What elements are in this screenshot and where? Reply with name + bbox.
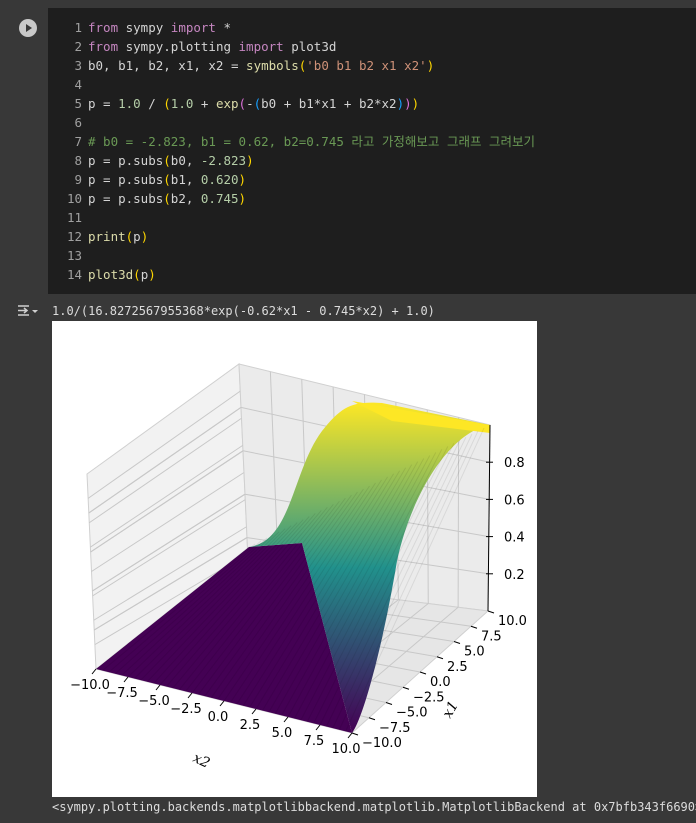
x-tick-label: 2.5 (240, 718, 261, 733)
tick-mark (351, 732, 359, 736)
code-text: p = p.subs(b1, 0.620) (88, 172, 247, 187)
tick-mark (402, 686, 410, 690)
tick-mark (487, 610, 495, 614)
line-number: 9 (74, 172, 82, 187)
x-tick-label: −7.5 (106, 686, 138, 701)
tick-mark (187, 692, 193, 699)
z-tick-label: 0.6 (504, 493, 525, 508)
line-number: 1 (74, 20, 82, 35)
play-icon (26, 24, 32, 32)
line-number: 13 (66, 248, 82, 263)
tick-mark (91, 668, 97, 675)
code-line: 10 p = p.subs(b2, 0.745) (48, 189, 246, 208)
code-line: 4 (48, 75, 88, 94)
tick-mark (347, 732, 353, 739)
code-line: 14 plot3d(p) (48, 265, 156, 284)
output-toggle-icon[interactable] (16, 302, 40, 320)
line-number: 10 (66, 191, 82, 206)
y-tick-label: −10.0 (362, 736, 402, 751)
code-cell: 1 from sympy import * 2 from sympy.plotting… (8, 8, 696, 294)
code-text: from sympy.plotting import plot3d (88, 39, 337, 54)
code-line: 7 # b0 = -2.823, b1 = 0.62, b2=0.745 라고 가… (48, 132, 535, 151)
tick-mark (470, 625, 478, 629)
line-number: 5 (74, 96, 82, 111)
code-editor[interactable]: 1 from sympy import * 2 from sympy.plotting… (48, 8, 696, 294)
grid-line (457, 417, 460, 608)
x-tick-label: 0.0 (208, 710, 229, 725)
code-line: 13 (48, 246, 88, 265)
code-text: p = 1.0 / (1.0 + exp(-(b0 + b1*x1 + b2*x… (88, 96, 420, 111)
line-number: 14 (66, 267, 82, 282)
tick-mark (123, 676, 129, 683)
code-line: 1 from sympy import * (48, 18, 231, 37)
tick-mark (419, 671, 427, 675)
code-text: p = p.subs(b2, 0.745) (88, 191, 247, 206)
line-number: 12 (66, 229, 82, 244)
code-line: 3 b0, b1, b2, x1, x2 = symbols('b0 b1 b2 … (48, 56, 434, 75)
x-tick-label: −2.5 (170, 702, 202, 717)
line-number: 3 (74, 58, 82, 73)
y-tick-label: −2.5 (413, 690, 445, 705)
code-text: p = p.subs(b0, -2.823) (88, 153, 254, 168)
x-tick-label: 5.0 (272, 726, 293, 741)
tick-mark (385, 702, 393, 705)
code-text: # b0 = -2.823, b1 = 0.62, b2=0.745 라고 가정… (88, 134, 535, 149)
line-number: 11 (66, 210, 82, 225)
y-tick-label: −5.0 (396, 706, 428, 721)
line-number: 6 (74, 115, 82, 130)
tick-mark (315, 724, 321, 731)
tick-mark (436, 656, 444, 660)
y-tick-label: 0.0 (430, 675, 451, 690)
printed-output: 1.0/(16.8272567955368*exp(-0.62*x1 - 0.7… (52, 304, 435, 318)
code-line: 9 p = p.subs(b1, 0.620) (48, 170, 246, 189)
code-line: 6 (48, 113, 88, 132)
y-tick-label: 7.5 (481, 629, 502, 644)
code-line: 11 (48, 208, 88, 227)
x-tick-label: −5.0 (138, 694, 170, 709)
code-line: 12 print(p) (48, 227, 148, 246)
y-tick-label: 5.0 (464, 645, 485, 660)
z-tick-label: 0.4 (504, 531, 525, 546)
code-line: 5 p = 1.0 / (1.0 + exp(-(b0 + b1*x1 + b2*… (48, 94, 419, 113)
tick-mark (155, 684, 161, 691)
x-axis-label: x2 (190, 750, 212, 772)
x-tick-label: 10.0 (332, 742, 361, 757)
tick-mark (283, 716, 289, 723)
code-text: from sympy import * (88, 20, 232, 35)
code-line: 8 p = p.subs(b0, -2.823) (48, 151, 254, 170)
line-number: 8 (74, 153, 82, 168)
figure-repr: <sympy.plotting.backends.matplotlibbacke… (52, 800, 696, 814)
tick-mark (368, 717, 376, 721)
code-text: plot3d(p) (88, 267, 156, 282)
line-number: 7 (74, 134, 82, 149)
tick-mark (219, 700, 225, 707)
run-cell-button[interactable] (19, 19, 37, 37)
line-number: 4 (74, 77, 82, 92)
y-tick-label: 2.5 (447, 660, 468, 675)
code-text: b0, b1, b2, x1, x2 = symbols('b0 b1 b2 x… (88, 58, 435, 73)
surface-plot: 0.2 0.4 0.6 0.8 −10.0 −7.5 −5.0 −2.5 0.0 2.5 5.0 7… (52, 321, 537, 797)
code-text: print(p) (88, 229, 149, 244)
tick-mark (251, 708, 257, 715)
tick-mark (453, 641, 461, 644)
z-tick-label: 0.8 (504, 456, 525, 471)
y-tick-label: 10.0 (498, 614, 527, 629)
x-tick-label: 7.5 (304, 734, 325, 749)
code-line: 2 from sympy.plotting import plot3d (48, 37, 336, 56)
z-tick-label: 0.2 (504, 568, 525, 583)
line-number: 2 (74, 39, 82, 54)
x-tick-label: −10.0 (70, 678, 110, 693)
y-tick-label: −7.5 (379, 721, 411, 736)
run-gutter (8, 8, 48, 294)
